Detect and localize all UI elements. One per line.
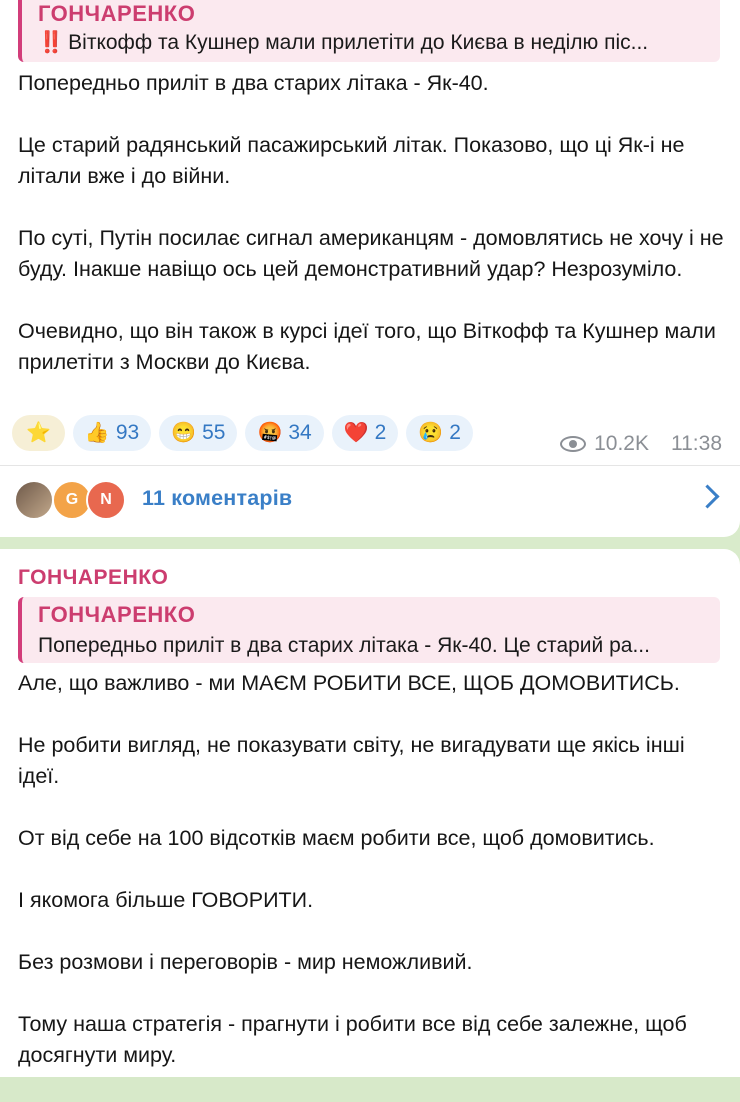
message-text-1: Попередньо приліт в два старих літака - … (18, 68, 728, 409)
reaction-thumbs-up[interactable]: 👍 93 (72, 415, 152, 451)
reply-author: ГОНЧАРЕНКО (38, 602, 196, 627)
comments-link[interactable]: 11 коментарів (142, 486, 292, 511)
reaction-count: 93 (115, 421, 140, 444)
reactions-bar: ⭐ 👍 93 😁 55 🤬 34 ❤️ 2 😢 2 (12, 415, 473, 451)
heart-icon: ❤️ (343, 422, 369, 444)
paragraph: Очевидно, що він також в курсі ідеї того… (18, 319, 716, 374)
reaction-star[interactable]: ⭐ (12, 415, 65, 451)
reply-author: ГОНЧАРЕНКО (38, 1, 196, 26)
reaction-angry[interactable]: 🤬 34 (245, 415, 324, 451)
paragraph: Не робити вигляд, не показувати світу, н… (18, 733, 685, 788)
thumbs-up-icon: 👍 (84, 422, 110, 444)
crying-face-icon: 😢 (418, 422, 444, 444)
view-count: 10.2K (594, 432, 649, 455)
reply-quote-1[interactable]: ГОНЧАРЕНКО ‼️ Віткофф та Кушнер мали прил… (18, 0, 720, 62)
cursing-face-icon: 🤬 (257, 422, 283, 444)
paragraph: Попередньо приліт в два старих літака - … (18, 71, 489, 95)
paragraph: От від себе на 100 відсотків маєм робити… (18, 826, 655, 850)
reaction-count: 2 (374, 421, 387, 444)
paragraph: Але, що важливо - ми МАЄМ РОБИТИ ВСЕ, ЩО… (18, 671, 680, 695)
message-time: 11:38 (671, 432, 722, 455)
reply-text-content: Віткофф та Кушнер мали прилетіти до Києв… (68, 31, 649, 54)
avatar: N (86, 480, 126, 520)
message-meta: 10.2K 11:38 (560, 432, 722, 456)
paragraph: Це старий радянський пасажирський літак.… (18, 133, 685, 188)
reaction-count: 34 (288, 421, 312, 444)
reaction-grin[interactable]: 😁 55 (159, 415, 238, 451)
message-author[interactable]: ГОНЧАРЕНКО (18, 566, 168, 590)
paragraph: Без розмови і переговорів - мир неможлив… (18, 950, 473, 974)
chevron-right-icon[interactable] (695, 484, 720, 509)
grin-icon: 😁 (171, 422, 197, 444)
reaction-count: 55 (202, 421, 226, 444)
reply-text: ‼️ Віткофф та Кушнер мали прилетіти до Ки… (38, 28, 706, 58)
eye-icon (560, 436, 587, 452)
reaction-cry[interactable]: 😢 2 (406, 415, 473, 451)
paragraph: І якомога більше ГОВОРИТИ. (18, 888, 314, 912)
star-icon: ⭐ (26, 422, 51, 444)
comments-row[interactable]: G N 11 коментарів (0, 466, 740, 536)
message-text-2: Але, що важливо - ми МАЄМ РОБИТИ ВСЕ, ЩО… (18, 668, 728, 1102)
reply-quote-2[interactable]: ГОНЧАРЕНКО Попередньо приліт в два стари… (18, 597, 720, 663)
paragraph: Тому наша стратегія - прагнути і робити … (18, 1012, 687, 1067)
reaction-count: 2 (449, 421, 461, 444)
double-exclamation-icon: ‼️ (38, 31, 65, 54)
reaction-heart[interactable]: ❤️ 2 (331, 415, 399, 451)
avatar (14, 480, 54, 520)
reply-text: Попередньо приліт в два старих літака - … (38, 634, 650, 657)
commenter-avatars: G N (14, 480, 126, 520)
paragraph: По суті, Путін посилає сигнал американця… (18, 226, 724, 281)
